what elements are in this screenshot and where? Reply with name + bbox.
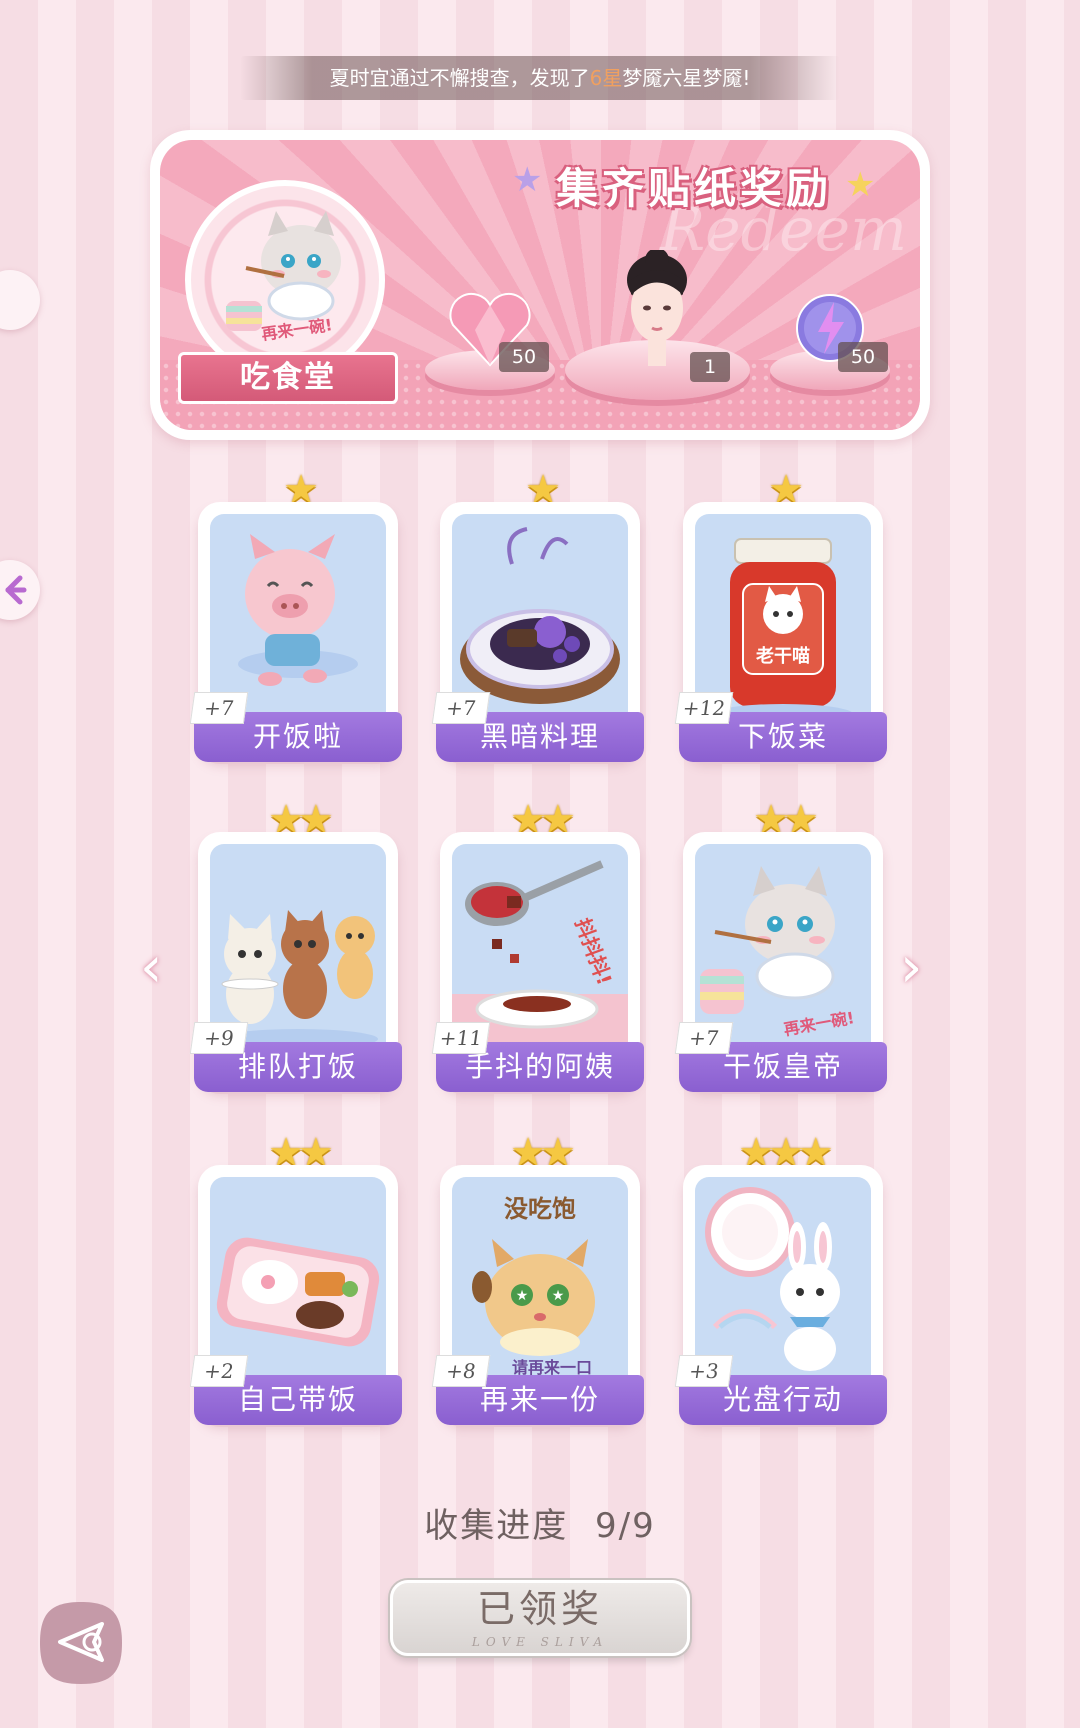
card-count: +8 — [431, 1355, 491, 1387]
card-frame: 抖抖抖! +11 手抖的阿姨 — [431, 832, 644, 1092]
card-count: +12 — [674, 692, 734, 724]
reward-item-heart-gem[interactable]: 50 — [425, 290, 555, 390]
reward-title: 集齐贴纸奖励 — [556, 164, 833, 213]
sticker-card-pig[interactable]: ★ +7 开饭啦 — [189, 470, 402, 762]
notice-prefix: 夏时宜通过不懈搜查，发现了 — [329, 66, 590, 90]
claimed-label: 已领奖 — [476, 1587, 603, 1631]
card-caption-top: 没吃饱 — [504, 1195, 576, 1223]
card-count: +11 — [431, 1022, 491, 1054]
card-frame: +7 开饭啦 — [189, 502, 402, 762]
back-button[interactable] — [36, 1598, 126, 1688]
sticker-card-queue-animals[interactable]: ★★ +9 排队打饭 — [189, 800, 402, 1092]
reward-count: 50 — [499, 342, 549, 372]
star-icon: ★ — [845, 165, 876, 205]
card-frame: +3 光盘行动 — [674, 1165, 887, 1425]
progress-label: 收集进度 — [424, 1506, 569, 1546]
sticker-card-rice-cat[interactable]: ★★ 再来一碗! +7 干饭皇帝 — [674, 800, 887, 1092]
side-menu-button[interactable] — [0, 270, 40, 330]
sticker-card-chili-jar[interactable]: ★ 老干喵 +12 下饭菜 — [674, 470, 887, 762]
claimed-sub-label: LOVE SLIVA — [471, 1635, 609, 1649]
card-caption: 再来一碗! — [782, 1008, 856, 1039]
jar-text: 老干喵 — [756, 645, 810, 667]
badge-label: 吃食堂 — [178, 352, 398, 404]
reward-item-energy-orb[interactable]: 50 — [770, 290, 890, 390]
card-count: +2 — [189, 1355, 249, 1387]
card-count: +9 — [189, 1022, 249, 1054]
reward-count: 50 — [838, 342, 888, 372]
card-count: +3 — [674, 1355, 734, 1387]
sticker-card-ladle[interactable]: ★★ 抖抖抖! +11 手抖的阿姨 — [431, 800, 644, 1092]
collection-progress: 收集进度 9/9 — [0, 1498, 1080, 1547]
card-frame: +7 黑暗料理 — [431, 502, 644, 762]
card-count: +7 — [674, 1022, 734, 1054]
notice-highlight: 6星 — [589, 66, 623, 90]
card-count: +7 — [189, 692, 249, 724]
sticker-card-hungry-hamster[interactable]: ★★ ★ ★ 没吃饱 请再来一口 +8 再来一份 — [431, 1133, 644, 1425]
card-frame: +9 排队打饭 — [189, 832, 402, 1092]
star-icon: ★ — [512, 160, 543, 200]
next-page-arrow[interactable]: › — [900, 935, 922, 1000]
card-count: +7 — [431, 692, 491, 724]
reward-item-avatar[interactable]: 1 — [565, 250, 750, 400]
fan-icon — [5, 575, 27, 605]
sticker-card-dark-dish[interactable]: ★ +7 黑暗料理 — [431, 470, 644, 762]
svg-text:★: ★ — [516, 1288, 529, 1304]
claimed-button[interactable]: 已领奖 LOVE SLIVA — [390, 1580, 690, 1656]
card-caption: 抖抖抖! — [570, 915, 616, 988]
card-frame: ★ ★ 没吃饱 请再来一口 +8 再来一份 — [431, 1165, 644, 1425]
notice-bar: 夏时宜通过不懈搜查，发现了6星梦魇六星梦魇! — [240, 56, 840, 100]
svg-text:★: ★ — [552, 1288, 565, 1304]
stamp-badge[interactable]: 再来一碗! — [185, 180, 385, 380]
reward-count: 1 — [690, 352, 730, 382]
card-frame: 老干喵 +12 下饭菜 — [674, 502, 887, 762]
card-frame: +2 自己带饭 — [189, 1165, 402, 1425]
progress-value: 9/9 — [595, 1506, 656, 1546]
side-fan-button[interactable] — [0, 560, 40, 620]
sticker-card-bunny-plate[interactable]: ★★★ +3 光盘行动 — [674, 1133, 887, 1425]
card-frame: 再来一碗! +7 干饭皇帝 — [674, 832, 887, 1092]
prev-page-arrow[interactable]: ‹ — [140, 935, 162, 1000]
notice-suffix: 梦魇六星梦魇! — [622, 66, 751, 90]
sticker-card-bento[interactable]: ★★ +2 自己带饭 — [189, 1133, 402, 1425]
